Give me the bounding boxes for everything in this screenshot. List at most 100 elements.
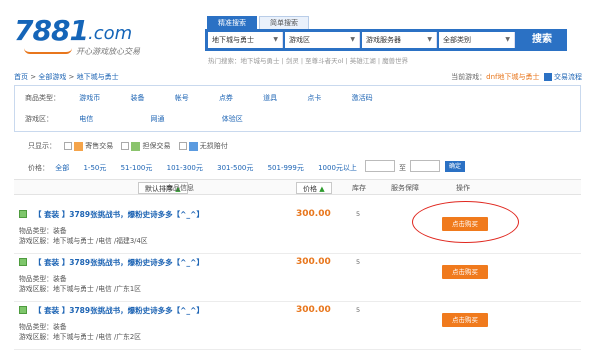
trade-flow-icon	[543, 73, 552, 81]
show-only-options: 只显示： 寄售交易 担保交易 无损赔付	[28, 141, 228, 151]
escrow-icon	[131, 141, 141, 151]
search-bar: 地下城与勇士 ▼ 游戏区 ▼ 游戏服务器 ▼ 全部类别 ▼ 搜索	[205, 29, 567, 51]
item-type: 物品类型：装备	[19, 227, 67, 235]
compensation-label: 无损赔付	[199, 142, 228, 150]
col-stock: 库存	[352, 184, 366, 192]
listing-price: 300.00	[296, 305, 331, 315]
listing-stock: 5	[356, 306, 361, 314]
price-to-label: 至	[399, 164, 406, 172]
type-filter-row: 商品类型： 游戏币 装备 帐号 点券 道具 点卡 激活码	[25, 93, 401, 103]
hot-searches[interactable]: 热门搜索：地下城与勇士 | 剑灵 | 至尊斗者天ol | 英雄江湖 | 魔兽世界	[208, 55, 408, 65]
chevron-down-icon: ▼	[505, 36, 510, 43]
consign-icon	[74, 141, 84, 151]
consign-checkbox[interactable]	[64, 142, 73, 150]
price-range[interactable]: 101-300元	[167, 164, 203, 172]
col-guarantee: 服务保障	[391, 184, 419, 192]
server-select-value: 游戏服务器	[366, 36, 401, 44]
buy-button[interactable]: 点击购买	[442, 265, 488, 279]
item-zone: 游戏区服：地下城与勇士 /电信 /广东1区	[19, 285, 141, 293]
breadcrumb-all-games[interactable]: 全部游戏	[38, 73, 66, 81]
price-min-input[interactable]	[365, 160, 395, 172]
trade-flow-link[interactable]: 交易流程	[554, 73, 582, 81]
tab-precise-search[interactable]: 精准搜索	[207, 16, 257, 29]
server-select[interactable]: 游戏服务器 ▼	[362, 32, 437, 48]
price-max-input[interactable]	[410, 160, 440, 172]
listing-header: 默认排序 ▲ 商品信息 价格 ▲ 库存 服务保障 操作	[14, 179, 581, 195]
listing-price: 300.00	[296, 209, 331, 219]
price-sort-button[interactable]: 价格 ▲	[296, 182, 332, 194]
price-sort-label: 价格	[303, 185, 317, 193]
filter-panel: 商品类型： 游戏币 装备 帐号 点券 道具 点卡 激活码 游戏区： 电信 网通 …	[14, 85, 581, 132]
compensation-icon	[188, 141, 198, 151]
zone-select[interactable]: 游戏区 ▼	[285, 32, 360, 48]
zone-option[interactable]: 体验区	[222, 114, 243, 124]
game-select[interactable]: 地下城与勇士 ▼	[208, 32, 283, 48]
zone-option[interactable]: 电信	[79, 114, 93, 124]
logo-slogan: 开心游戏放心交易	[76, 47, 140, 56]
listing-title[interactable]: 【 套装 】3789张挑战书，爆粉史诗多多【^_^】	[34, 305, 204, 316]
breadcrumb-sep: >	[28, 73, 39, 81]
arrow-up-icon: ▲	[319, 185, 325, 193]
type-option[interactable]: 点卡	[307, 93, 321, 103]
price-confirm-button[interactable]: 确定	[445, 161, 465, 172]
listing-stock: 5	[356, 258, 361, 266]
breadcrumb-sep: >	[66, 73, 77, 81]
chevron-down-icon: ▼	[427, 36, 432, 43]
item-icon	[19, 306, 27, 314]
buy-button[interactable]: 点击购买	[442, 313, 488, 327]
compensation-checkbox[interactable]	[178, 142, 187, 150]
type-option[interactable]: 装备	[130, 93, 144, 103]
current-game-link[interactable]: dnf地下城与勇士	[486, 73, 539, 81]
category-select[interactable]: 全部类别 ▼	[439, 32, 515, 48]
logo-swoosh	[24, 48, 72, 54]
listing-price: 300.00	[296, 257, 331, 267]
listing-title[interactable]: 【 套装 】3789张挑战书，爆粉史诗多多【^_^】	[34, 257, 204, 268]
zone-filter-row: 游戏区： 电信 网通 体验区	[25, 114, 271, 124]
listing-stock: 5	[356, 210, 361, 218]
item-icon	[19, 210, 27, 218]
listing-row: 【 套装 】3789张挑战书，爆粉史诗多多【^_^】 物品类型：装备 游戏区服：…	[14, 254, 581, 302]
logo-number: 7881	[14, 14, 89, 47]
col-action: 操作	[456, 184, 470, 192]
escrow-label: 担保交易	[142, 142, 171, 150]
breadcrumb: 首页 > 全部游戏 > 地下城与勇士	[14, 72, 119, 82]
item-type: 物品类型：装备	[19, 275, 67, 283]
tab-simple-search[interactable]: 简单搜索	[259, 16, 309, 29]
current-game-prefix: 当前游戏：	[451, 73, 487, 81]
site-logo[interactable]: 7881 .com 开心游戏放心交易	[14, 14, 164, 58]
current-game-info: 当前游戏：dnf地下城与勇士 交易流程	[451, 72, 582, 82]
breadcrumb-game[interactable]: 地下城与勇士	[77, 73, 119, 81]
logo-domain: .com	[88, 23, 133, 44]
price-range[interactable]: 1-50元	[83, 164, 106, 172]
price-filter: 价格： 全部 1-50元 51-100元 101-300元 301-500元 5…	[28, 163, 357, 173]
type-option[interactable]: 道具	[263, 93, 277, 103]
listing-title[interactable]: 【 套装 】3789张挑战书，爆粉史诗多多【^_^】	[34, 209, 204, 220]
type-option[interactable]: 帐号	[175, 93, 189, 103]
price-range[interactable]: 1000元以上	[318, 164, 357, 172]
search-tabs: 精准搜索 简单搜索	[207, 16, 311, 29]
col-info: 商品信息	[166, 184, 194, 192]
price-range[interactable]: 51-100元	[121, 164, 153, 172]
price-range[interactable]: 301-500元	[217, 164, 253, 172]
item-type: 物品类型：装备	[19, 323, 67, 331]
type-option[interactable]: 激活码	[352, 93, 373, 103]
zone-option[interactable]: 网通	[150, 114, 164, 124]
chevron-down-icon: ▼	[350, 36, 355, 43]
chevron-down-icon: ▼	[273, 36, 278, 43]
type-label: 商品类型：	[25, 94, 60, 102]
show-only-label: 只显示：	[28, 142, 56, 150]
item-icon	[19, 258, 27, 266]
search-button[interactable]: 搜索	[517, 29, 567, 51]
type-option[interactable]: 点券	[219, 93, 233, 103]
item-zone: 游戏区服：地下城与勇士 /电信 /福建3/4区	[19, 237, 148, 245]
item-zone: 游戏区服：地下城与勇士 /电信 /广东2区	[19, 333, 141, 341]
escrow-checkbox[interactable]	[121, 142, 130, 150]
game-select-value: 地下城与勇士	[212, 36, 254, 44]
price-range[interactable]: 全部	[55, 164, 69, 172]
type-option[interactable]: 游戏币	[79, 93, 100, 103]
price-range[interactable]: 501-999元	[268, 164, 304, 172]
price-label: 价格：	[28, 164, 49, 172]
breadcrumb-home[interactable]: 首页	[14, 73, 28, 81]
consign-label: 寄售交易	[85, 142, 114, 150]
category-select-value: 全部类别	[443, 36, 471, 44]
